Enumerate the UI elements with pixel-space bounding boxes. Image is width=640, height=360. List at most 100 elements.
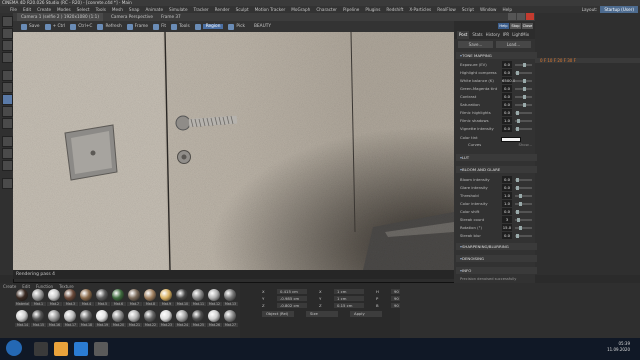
- taskbar-clock[interactable]: 05:39 11.09.2020: [607, 341, 630, 353]
- param-value-field[interactable]: 0.0: [502, 101, 512, 108]
- param-value-field[interactable]: 0.0: [502, 184, 512, 191]
- toolbar-button[interactable]: Tools: [171, 23, 190, 30]
- material-ball[interactable]: [144, 289, 156, 301]
- param-value-field[interactable]: 0.0: [502, 85, 512, 92]
- param-slider[interactable]: [515, 94, 532, 99]
- slider-handle[interactable]: [515, 209, 519, 214]
- layout-selector[interactable]: Layout: Startup (User): [582, 6, 638, 13]
- tab-lightmix[interactable]: LightMix: [512, 31, 529, 39]
- param-slider[interactable]: [515, 118, 532, 123]
- material-ball[interactable]: [32, 310, 44, 322]
- slider-handle[interactable]: [515, 233, 519, 238]
- material-menu-item[interactable]: Create: [3, 284, 16, 289]
- param-slider[interactable]: [515, 78, 532, 83]
- curves-show-button[interactable]: Show...: [518, 141, 532, 148]
- slider-handle[interactable]: [515, 70, 519, 75]
- param-value-field[interactable]: 3: [502, 216, 512, 223]
- param-value-field[interactable]: 0.0: [502, 208, 512, 215]
- maximize-icon[interactable]: [517, 13, 525, 20]
- toolbar-button[interactable]: Frame: [126, 23, 148, 30]
- menu-item[interactable]: Tools: [96, 6, 106, 13]
- param-slider[interactable]: [515, 177, 532, 182]
- material-ball[interactable]: [80, 310, 92, 322]
- material-ball[interactable]: [176, 289, 188, 301]
- material-ball[interactable]: [128, 310, 140, 322]
- section-sharpening[interactable]: SHARPENING/BLURRING: [456, 243, 537, 250]
- slider-handle[interactable]: [515, 177, 519, 182]
- section-lut[interactable]: LUT: [456, 154, 537, 161]
- render-tab-camera[interactable]: Camera 1 (selfie 2 ) 1920x1080 (1:1): [17, 13, 103, 21]
- section-tone-mapping[interactable]: TONE MAPPING: [456, 52, 537, 59]
- slider-handle[interactable]: [522, 78, 526, 83]
- c4d-task-icon[interactable]: [34, 342, 48, 356]
- coord-field[interactable]: 1 cm: [334, 289, 364, 294]
- render-image[interactable]: [13, 32, 454, 270]
- close-button[interactable]: Close: [522, 23, 533, 29]
- menu-item[interactable]: Select: [77, 6, 90, 13]
- menu-item[interactable]: File: [10, 6, 17, 13]
- polygons-mode-icon[interactable]: [2, 118, 13, 129]
- slider-handle[interactable]: [519, 193, 523, 198]
- scale-tool-icon[interactable]: [2, 40, 13, 51]
- param-value-field[interactable]: 0.0: [502, 125, 512, 132]
- slider-handle[interactable]: [517, 217, 521, 222]
- menu-item[interactable]: Tracker: [194, 6, 209, 13]
- coordinate-size-dropdown[interactable]: Size: [306, 311, 338, 317]
- coord-field[interactable]: -0.802 cm: [277, 303, 307, 308]
- coord-field[interactable]: 0.15 cm: [334, 303, 364, 308]
- material-ball[interactable]: [176, 310, 188, 322]
- param-slider[interactable]: [515, 185, 532, 190]
- material-ball[interactable]: [208, 289, 220, 301]
- edges-mode-icon[interactable]: [2, 106, 13, 117]
- help-button[interactable]: Help: [498, 23, 509, 29]
- menu-item[interactable]: Sculpt: [236, 6, 249, 13]
- material-ball[interactable]: [208, 310, 220, 322]
- toolbar-button[interactable]: Refresh: [97, 23, 122, 30]
- material-ball[interactable]: [192, 310, 204, 322]
- load-button[interactable]: Load...: [496, 41, 531, 48]
- menu-item[interactable]: Render: [215, 6, 230, 13]
- param-slider[interactable]: [515, 225, 532, 230]
- menu-item[interactable]: Plugins: [365, 6, 380, 13]
- param-value-field[interactable]: 0.0: [502, 93, 512, 100]
- menu-item[interactable]: Motion Tracker: [255, 6, 286, 13]
- param-slider[interactable]: [515, 70, 532, 75]
- menu-item[interactable]: X-Particles: [409, 6, 431, 13]
- material-ball[interactable]: [80, 289, 92, 301]
- param-value-field[interactable]: 1.0: [502, 192, 512, 199]
- workplane-icon[interactable]: [2, 148, 13, 159]
- tab-ipr[interactable]: IPR: [503, 31, 509, 39]
- material-ball[interactable]: [48, 310, 60, 322]
- apply-button[interactable]: Apply: [350, 311, 382, 317]
- minimize-icon[interactable]: [508, 13, 516, 20]
- param-value-field[interactable]: 0.0: [502, 232, 512, 239]
- coordinate-mode-dropdown[interactable]: Object (Rel): [262, 311, 294, 317]
- param-slider[interactable]: [515, 126, 532, 131]
- menu-item[interactable]: RealFlow: [437, 6, 456, 13]
- material-ball[interactable]: [64, 310, 76, 322]
- param-value-field[interactable]: 1.0: [502, 200, 512, 207]
- section-bloom[interactable]: BLOOM AND GLARE: [456, 166, 537, 173]
- param-value-field[interactable]: 0.0: [502, 69, 512, 76]
- menu-item[interactable]: Pipeline: [343, 6, 359, 13]
- material-ball[interactable]: [96, 310, 108, 322]
- coord-field[interactable]: 0.415 cm: [277, 289, 307, 294]
- param-slider[interactable]: [515, 102, 532, 107]
- slider-handle[interactable]: [519, 201, 523, 206]
- section-denoising[interactable]: DENOISING: [456, 255, 537, 262]
- menu-item[interactable]: Simulate: [169, 6, 188, 13]
- material-ball[interactable]: [160, 310, 172, 322]
- slider-handle[interactable]: [519, 225, 523, 230]
- menu-item[interactable]: Create: [37, 6, 51, 13]
- material-ball[interactable]: [16, 310, 28, 322]
- menu-item[interactable]: Mesh: [112, 6, 123, 13]
- close-icon[interactable]: [526, 13, 534, 20]
- param-value-field[interactable]: 1.0: [502, 117, 512, 124]
- slider-handle[interactable]: [515, 110, 519, 115]
- material-ball[interactable]: [16, 289, 28, 301]
- browser-task-icon[interactable]: [74, 342, 88, 356]
- slider-handle[interactable]: [522, 86, 526, 91]
- tab-stats[interactable]: Stats: [472, 31, 482, 39]
- render-tab-frame[interactable]: Frame 37: [161, 13, 181, 21]
- rotate-tool-icon[interactable]: [2, 52, 13, 63]
